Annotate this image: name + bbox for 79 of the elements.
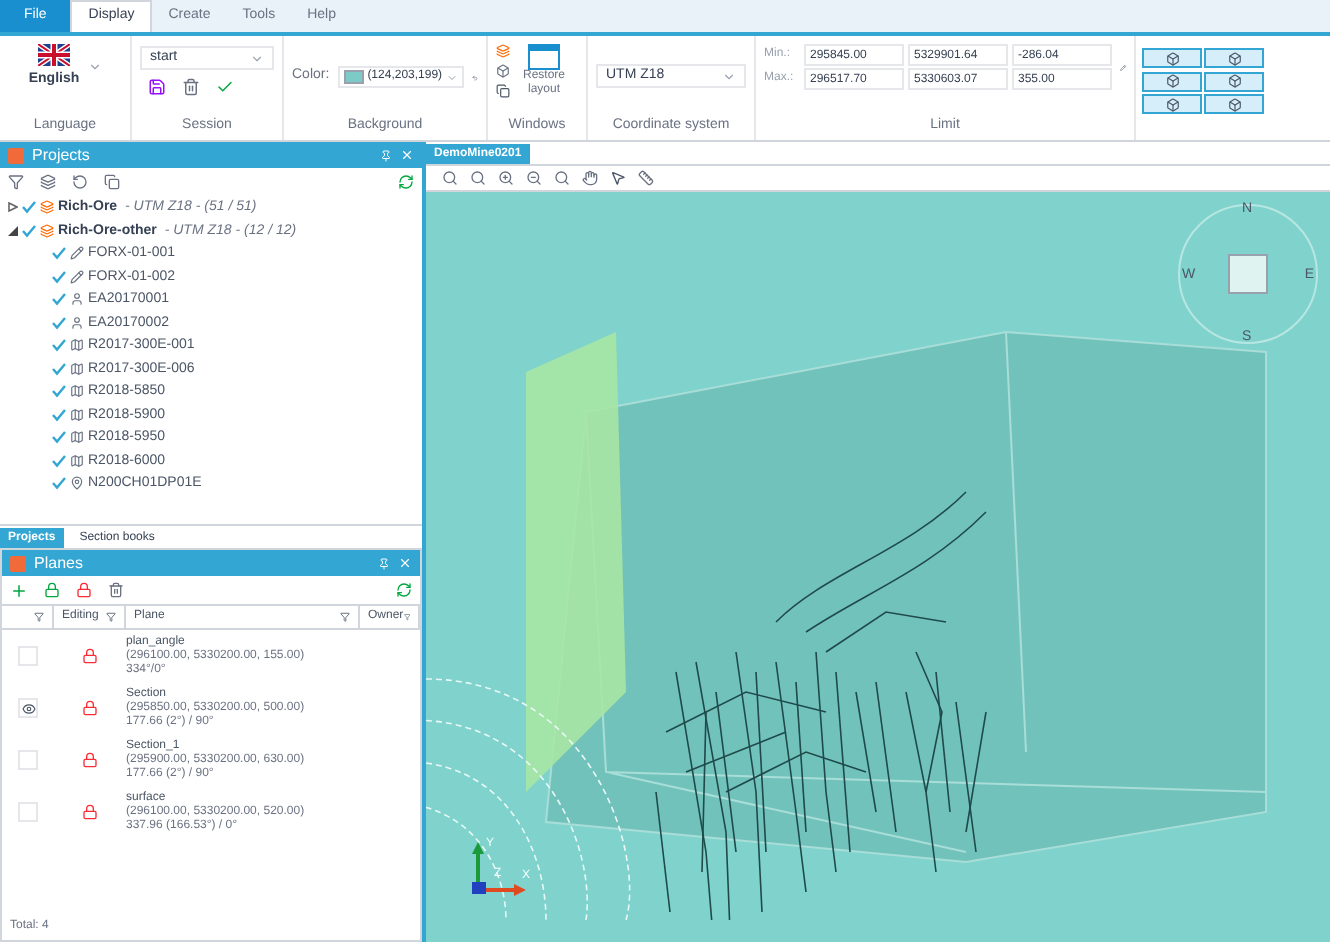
- checkbox[interactable]: [52, 292, 66, 307]
- chevron-down-icon: [250, 51, 264, 65]
- visibility-toggle[interactable]: [18, 750, 38, 770]
- lock-icon[interactable]: [82, 648, 98, 664]
- cube-icon: [1165, 51, 1179, 65]
- panel-title: Projects: [32, 143, 92, 167]
- filter-icon[interactable]: [403, 612, 410, 622]
- refresh-icon[interactable]: [398, 174, 414, 190]
- checkbox[interactable]: [52, 361, 66, 376]
- cube-icon: [1227, 51, 1241, 65]
- checkbox[interactable]: [52, 338, 66, 353]
- filter-icon[interactable]: [8, 174, 24, 190]
- chevron-down-icon: [446, 71, 459, 83]
- cube-icon: [1227, 97, 1241, 112]
- checkbox[interactable]: [52, 315, 66, 330]
- measure-icon[interactable]: [638, 170, 654, 186]
- checkbox[interactable]: [22, 223, 36, 238]
- checkbox[interactable]: [52, 246, 66, 261]
- pencil-icon[interactable]: [1120, 59, 1126, 75]
- zoom-window-icon[interactable]: [470, 170, 486, 186]
- pin-icon[interactable]: [378, 557, 390, 569]
- save-icon[interactable]: [148, 78, 166, 96]
- checkbox[interactable]: [52, 407, 66, 422]
- expander-icon[interactable]: [8, 202, 18, 213]
- checkbox[interactable]: [52, 430, 66, 445]
- close-icon[interactable]: [400, 148, 414, 162]
- panel-icon: [10, 555, 26, 571]
- pin-icon[interactable]: [380, 149, 392, 161]
- filter-icon[interactable]: [34, 612, 44, 622]
- dropdown-icon[interactable]: [87, 60, 102, 75]
- window-layout-icon: [528, 44, 560, 70]
- checkbox[interactable]: [22, 200, 36, 215]
- eye-icon: [21, 701, 35, 715]
- view-direction-button[interactable]: [1204, 94, 1264, 115]
- cube-icon: [1165, 74, 1179, 89]
- lock-icon[interactable]: [82, 804, 98, 820]
- panel-icon: [8, 147, 24, 163]
- view-direction-button[interactable]: [1204, 48, 1264, 68]
- visibility-toggle[interactable]: [18, 802, 38, 822]
- pan-icon[interactable]: [582, 170, 598, 186]
- zoom-extents-icon[interactable]: [442, 170, 458, 186]
- zoom-out-icon[interactable]: [526, 170, 542, 186]
- view-direction-button[interactable]: [1142, 71, 1202, 92]
- check-icon[interactable]: [216, 78, 234, 96]
- visibility-toggle[interactable]: [18, 698, 38, 718]
- cube-icon: [1165, 97, 1179, 112]
- chevron-down-icon: [722, 69, 736, 83]
- box-icon[interactable]: [496, 64, 510, 78]
- checkbox[interactable]: [52, 384, 66, 399]
- layers-icon[interactable]: [496, 44, 510, 58]
- point-icon: [70, 476, 84, 491]
- project-icon: [40, 200, 54, 215]
- close-icon[interactable]: [398, 556, 412, 570]
- lock-icon[interactable]: [82, 752, 98, 768]
- trash-icon[interactable]: [182, 78, 200, 96]
- add-icon[interactable]: [10, 581, 28, 599]
- zoom-icon[interactable]: [554, 170, 570, 186]
- copy-icon[interactable]: [496, 84, 510, 98]
- flag-icon[interactable]: [38, 44, 70, 66]
- pointer-icon[interactable]: [610, 170, 626, 186]
- checkbox[interactable]: [52, 476, 66, 491]
- history-icon[interactable]: [72, 174, 88, 190]
- visibility-toggle[interactable]: [18, 646, 38, 666]
- trash-icon[interactable]: [108, 582, 124, 598]
- filter-icon[interactable]: [106, 612, 116, 622]
- checkbox[interactable]: [52, 453, 66, 468]
- view-direction-button[interactable]: [1204, 71, 1264, 92]
- checkbox[interactable]: [52, 269, 66, 284]
- filter-icon[interactable]: [340, 612, 350, 622]
- cube-icon: [1227, 74, 1241, 89]
- project-icon: [40, 223, 54, 238]
- view-direction-button[interactable]: [1142, 48, 1202, 68]
- view-direction-button[interactable]: [1142, 94, 1202, 115]
- expander-icon[interactable]: [8, 225, 18, 236]
- panel-title: Planes: [34, 551, 85, 575]
- refresh-icon[interactable]: [396, 582, 412, 598]
- zoom-in-icon[interactable]: [498, 170, 514, 186]
- lock-icon[interactable]: [76, 582, 92, 598]
- lock-icon[interactable]: [82, 700, 98, 716]
